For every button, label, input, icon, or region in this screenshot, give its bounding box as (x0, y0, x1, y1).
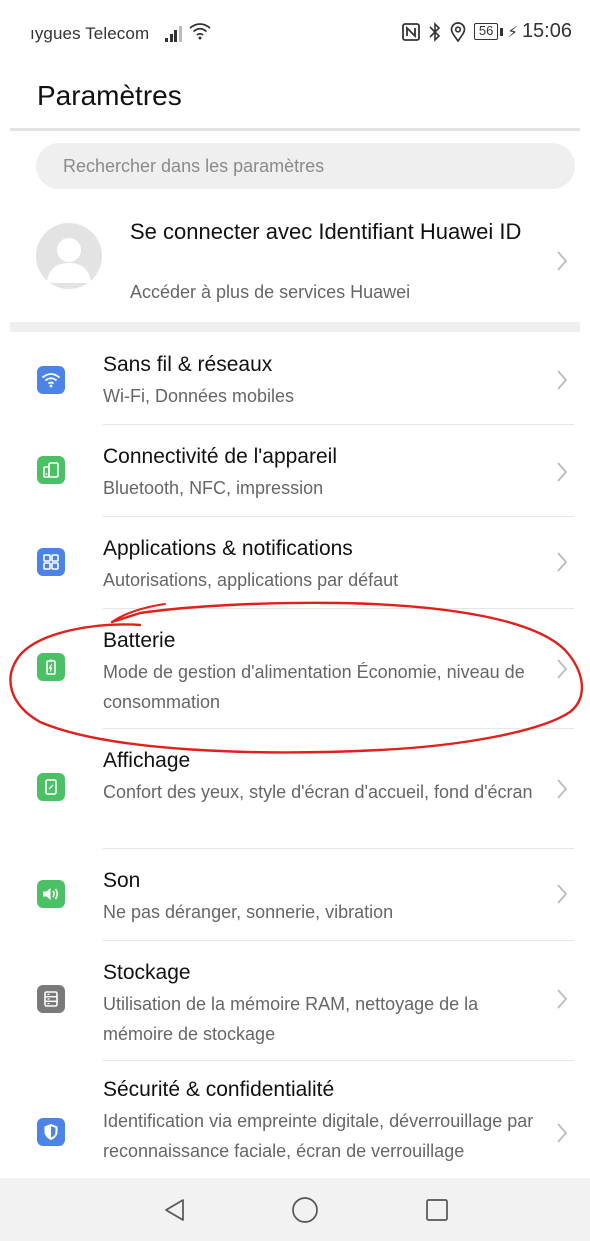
bluetooth-icon (428, 21, 442, 42)
settings-item-storage[interactable]: Stockage Utilisation de la mémoire RAM, … (0, 948, 590, 1060)
chevron-right-icon (557, 989, 568, 1009)
settings-item-subtitle: Wi-Fi, Données mobiles (103, 386, 295, 406)
settings-item-wireless-networks[interactable]: Sans fil & réseaux Wi-Fi, Données mobile… (0, 340, 590, 430)
recents-square-icon (426, 1198, 448, 1221)
settings-item-sound[interactable]: Son Ne pas déranger, sonnerie, vibration (0, 856, 590, 940)
chevron-right-icon (557, 462, 568, 482)
charging-icon: ⚡ (507, 23, 518, 41)
avatar (36, 223, 102, 289)
chevron-right-icon (557, 659, 568, 679)
chevron-right-icon (557, 251, 568, 271)
status-bar: ıygues Telecom 56 ⚡ 15:06 (0, 0, 590, 64)
home-button[interactable] (275, 1178, 335, 1241)
title-divider (10, 128, 580, 131)
device-connectivity-icon (37, 456, 65, 484)
row-divider (103, 424, 574, 425)
page-title: Paramètres (37, 80, 182, 111)
settings-item-apps-notifications[interactable]: Applications & notifications Autorisatio… (0, 524, 590, 608)
settings-item-title: Connectivité de l'appareil (103, 445, 337, 468)
speaker-icon (37, 880, 65, 908)
settings-item-battery[interactable]: Batterie Mode de gestion d'alimentation … (0, 616, 590, 728)
settings-item-subtitle: Utilisation de la mémoire RAM, nettoyage… (103, 994, 479, 1044)
recents-button[interactable] (407, 1178, 467, 1241)
settings-item-security-privacy[interactable]: Sécurité & confidentialité Identificatio… (0, 1068, 590, 1178)
row-divider (103, 1060, 574, 1061)
battery-level: 56 (473, 23, 499, 40)
chevron-right-icon (557, 552, 568, 572)
display-icon (37, 773, 65, 801)
carrier-name: ıygues Telecom (30, 23, 150, 43)
account-title: Se connecter avec Identifiant Huawei ID (130, 219, 522, 244)
settings-item-title: Sécurité & confidentialité (103, 1078, 335, 1101)
back-triangle-icon (165, 1198, 184, 1221)
settings-item-title: Stockage (103, 961, 191, 984)
wifi-status-icon (189, 22, 211, 45)
settings-item-subtitle: Ne pas déranger, sonnerie, vibration (103, 902, 394, 922)
signal-icon (165, 25, 183, 42)
huawei-id-account-row[interactable]: Se connecter avec Identifiant Huawei ID … (0, 200, 590, 316)
settings-item-subtitle: Autorisations, applications par défaut (103, 570, 399, 590)
settings-item-title: Sans fil & réseaux (103, 353, 273, 376)
search-input[interactable] (36, 143, 575, 189)
settings-item-subtitle: Bluetooth, NFC, impression (103, 478, 324, 498)
user-silhouette-icon (47, 238, 91, 283)
settings-item-title: Affichage (103, 749, 191, 772)
settings-item-title: Batterie (103, 629, 176, 652)
row-divider (103, 608, 574, 609)
settings-item-subtitle: Identification via empreinte digitale, d… (103, 1111, 534, 1161)
section-divider (10, 322, 580, 332)
system-navigation-bar (0, 1178, 590, 1241)
clock: 15:06 (521, 20, 572, 42)
home-circle-icon (292, 1196, 318, 1223)
shield-icon (37, 1118, 65, 1146)
settings-item-display[interactable]: Affichage Confort des yeux, style d'écra… (0, 736, 590, 848)
settings-item-title: Son (103, 869, 141, 892)
row-divider (103, 728, 574, 729)
settings-item-device-connectivity[interactable]: Connectivité de l'appareil Bluetooth, NF… (0, 432, 590, 516)
nfc-icon (402, 22, 420, 41)
chevron-right-icon (557, 884, 568, 904)
wifi-icon (37, 366, 65, 394)
row-divider (103, 940, 574, 941)
settings-item-subtitle: Mode de gestion d'alimentation Économie,… (103, 662, 525, 712)
chevron-right-icon (557, 1123, 568, 1143)
row-divider (103, 516, 574, 517)
settings-item-subtitle: Confort des yeux, style d'écran d'accuei… (103, 782, 533, 802)
settings-item-title: Applications & notifications (103, 537, 353, 560)
storage-icon (37, 985, 65, 1013)
chevron-right-icon (557, 370, 568, 390)
status-bar-right: 56 ⚡ 15:06 (402, 20, 572, 43)
location-icon (450, 21, 466, 42)
chevron-right-icon (557, 779, 568, 799)
battery-tip (500, 27, 504, 36)
status-bar-left: ıygues Telecom (30, 22, 211, 45)
battery-icon (37, 653, 65, 681)
back-button[interactable] (145, 1178, 205, 1241)
account-subtitle: Accéder à plus de services Huawei (130, 282, 411, 302)
row-divider (103, 848, 574, 849)
apps-grid-icon (37, 548, 65, 576)
